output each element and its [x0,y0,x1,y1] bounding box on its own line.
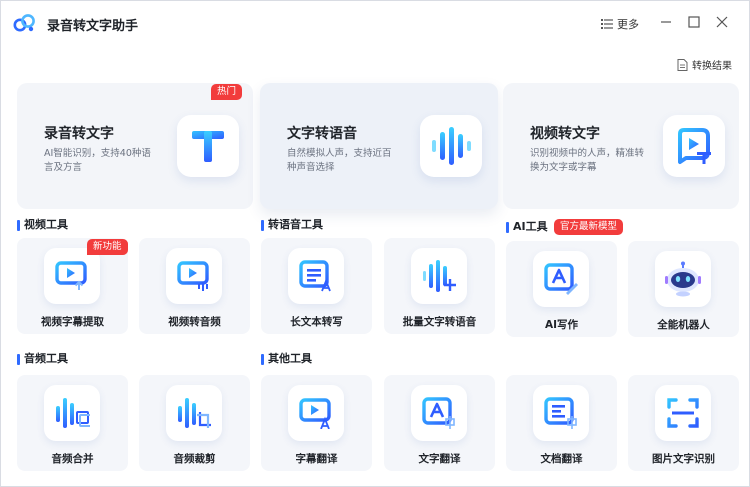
doc-translate-icon [533,385,589,441]
tile-image-ocr[interactable]: 图片文字识别 [628,375,739,471]
video-subtitle-extract-icon [44,248,100,304]
close-icon[interactable] [713,13,731,31]
tile-audio-merge[interactable]: 音频合并 [17,375,128,471]
tile-doc-translate[interactable]: 文档翻译 [506,375,617,471]
new-feature-badge: 新功能 [87,239,128,255]
section-transvoice-tools: 转语音工具 [261,219,323,231]
tile-video-to-audio[interactable]: 视频转音频 [139,238,250,334]
conversion-results-link[interactable]: 转换结果 [677,57,732,72]
tile-label: 批量文字转语音 [402,316,477,328]
audio-cut-icon [166,385,222,441]
video-to-audio-icon [166,248,222,304]
tile-label: 音频裁剪 [173,453,216,465]
minimize-icon[interactable] [657,13,675,31]
more-label: 更多 [617,18,639,31]
tile-subtitle-translate[interactable]: 字幕翻译 [261,375,372,471]
app-title: 录音转文字助手 [47,19,139,34]
tile-batch-text-to-speech[interactable]: 批量文字转语音 [384,238,495,334]
tile-label: 文档翻译 [540,453,583,465]
hero-title: 文字转语音 [287,126,357,142]
tile-label: 视频字幕提取 [41,316,104,328]
more-menu-button[interactable]: 更多 [601,16,639,32]
hero-card-text-to-speech[interactable]: 文字转语音 自然模拟人声，支持近百种声音选择 [260,83,498,209]
hero-desc: 自然模拟人声，支持近百种声音选择 [287,148,392,173]
results-label: 转换结果 [692,61,732,72]
tile-label: 长文本转写 [290,316,343,328]
batch-waveform-icon [411,248,467,304]
hot-badge: 热门 [211,84,243,100]
section-other-tools: 其他工具 [261,353,312,365]
hero-card-video-to-text[interactable]: 视频转文字 识别视频中的人声，精准转换为文字或字幕 [503,83,739,209]
hero-title: 录音转文字 [44,126,114,142]
hero-card-audio-to-text[interactable]: 录音转文字 AI智能识别，支持40种语言及方言 热门 [17,83,253,209]
section-video-tools: 视频工具 [17,219,68,231]
subtitle-translate-icon [288,385,344,441]
tile-label: 全能机器人 [657,319,710,331]
tile-text-translate[interactable]: 文字翻译 [384,375,495,471]
section-audio-tools: 音频工具 [17,353,68,365]
letter-t-icon [177,115,239,177]
tile-label: 视频转音频 [168,316,221,328]
tile-label: 文字翻译 [418,453,461,465]
long-text-icon [288,248,344,304]
tile-robot[interactable]: 全能机器人 [628,241,739,337]
tile-label: 图片文字识别 [652,453,715,465]
app-logo-icon [13,14,35,32]
tile-long-text-to-speech[interactable]: 长文本转写 [261,238,372,334]
robot-icon [655,251,711,307]
tile-label: AI写作 [544,319,579,331]
document-icon [677,58,688,71]
maximize-icon[interactable] [685,13,703,31]
new-model-badge: 官方最新模型 [554,219,624,235]
tile-label: 字幕翻译 [295,453,338,465]
hero-desc: 识别视频中的人声，精准转换为文字或字幕 [530,148,645,173]
tile-ai-writing[interactable]: AI写作 [506,241,617,337]
scan-ocr-icon [655,385,711,441]
section-ai-tools: AI工具 [506,221,548,233]
app-window: 录音转文字助手 更多 转换结果 录音转文字 AI智能识别，支持40种语言及方言 … [0,0,750,487]
hero-title: 视频转文字 [530,126,600,142]
menu-lines-icon [601,19,613,29]
title-bar: 录音转文字助手 更多 [1,1,749,45]
video-to-text-icon [663,115,725,177]
tile-audio-cut[interactable]: 音频裁剪 [139,375,250,471]
ai-writing-icon [533,251,589,307]
waveform-icon [420,115,482,177]
hero-desc: AI智能识别，支持40种语言及方言 [44,148,151,173]
tile-label: 音频合并 [51,453,94,465]
text-translate-icon [411,385,467,441]
audio-merge-icon [44,385,100,441]
tile-video-subtitle-extract[interactable]: 视频字幕提取 新功能 [17,238,128,334]
